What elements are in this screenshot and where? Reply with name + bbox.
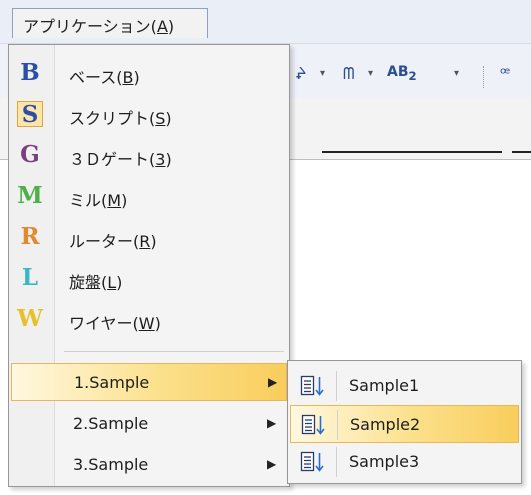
menu-item-text: ルーター(	[69, 232, 140, 251]
menu-item-accel: M	[107, 191, 122, 210]
submenu-arrow-icon: ▶	[267, 457, 277, 471]
submenu-item-label: Sample1	[349, 376, 420, 395]
toolbar-table-icon[interactable]: ᗰ	[343, 64, 355, 84]
submenu-divider	[336, 371, 337, 401]
menu-item-text: スクリプト(	[69, 109, 156, 128]
submenu-item-1[interactable]: Sample1	[290, 367, 519, 405]
submenu-item-2[interactable]: Sample2	[290, 405, 519, 443]
menu-item-text: 旋盤(	[69, 273, 108, 292]
submenu-parent-3[interactable]: 3.Sample ▶	[11, 446, 287, 484]
menu-item-close: )	[165, 150, 172, 169]
menu-item-label: ３Ｄゲート(3)	[69, 146, 172, 170]
menu-item-accel: R	[139, 232, 151, 251]
toolbar-draw-icon[interactable]: ꟹ	[500, 64, 510, 83]
sample-submenu: Sample1 Sample2 Sample3	[287, 360, 522, 484]
application-dropdown-menu: B ベース(B) S スクリプト(S) G ３Ｄゲート(3) M ミル(M) R ルーター(R) L…	[8, 44, 290, 487]
toolbar-text-style-label: AB	[387, 64, 409, 80]
menu-item-s[interactable]: S スクリプト(S)	[11, 96, 287, 132]
sort-list-icon	[301, 414, 327, 436]
menu-application-label: アプリケーション(	[23, 17, 157, 36]
app-3-icon: G	[20, 141, 40, 168]
submenu-item-label: Sample2	[350, 415, 421, 434]
menu-item-label: ワイヤー(W)	[69, 310, 161, 334]
app-l-icon: L	[21, 264, 39, 291]
toolbar-format-icon[interactable]: ᖨ	[296, 64, 306, 83]
menu-application[interactable]: アプリケーション(A)	[12, 8, 208, 38]
submenu-item-label: Sample3	[349, 452, 420, 471]
menu-item-text: ミル(	[69, 191, 108, 210]
submenu-arrow-icon: ▶	[268, 375, 278, 389]
menu-item-m[interactable]: M ミル(M)	[11, 178, 287, 214]
menu-item-label: スクリプト(S)	[69, 105, 172, 129]
menu-item-accel: L	[107, 273, 117, 292]
submenu-parent-1[interactable]: 1.Sample ▶	[11, 363, 287, 401]
menu-item-accel: W	[138, 314, 155, 333]
ruler-line	[322, 151, 502, 153]
menu-item-close: )	[121, 191, 128, 210]
menu-item-close: )	[116, 273, 123, 292]
sort-list-icon	[300, 375, 326, 397]
menu-item-label: ルーター(R)	[69, 228, 157, 252]
menu-separator	[64, 351, 284, 352]
menu-application-close: )	[167, 17, 175, 36]
sort-list-icon	[300, 451, 326, 473]
app-m-icon: M	[17, 182, 43, 209]
menu-item-label: 旋盤(L)	[69, 269, 122, 293]
submenu-divider	[337, 410, 338, 440]
app-r-icon: R	[20, 223, 40, 250]
menu-item-label: ベース(B)	[69, 64, 140, 88]
menu-item-label: ミル(M)	[69, 187, 127, 211]
menu-item-text: ベース(	[69, 68, 123, 87]
app-s-icon: S	[17, 101, 43, 128]
submenu-parent-2[interactable]: 2.Sample ▶	[11, 405, 287, 443]
app-w-icon: W	[17, 305, 43, 332]
toolbar-text-style-icon[interactable]: AB2	[387, 64, 417, 83]
menu-item-close: )	[133, 68, 140, 87]
menu-item-text: ワイヤー(	[69, 314, 139, 333]
submenu-parent-label: 2.Sample	[73, 414, 149, 433]
submenu-parent-label: 1.Sample	[74, 373, 150, 392]
toolbar-separator	[483, 66, 485, 88]
menu-item-accel: S	[155, 109, 166, 128]
menu-item-l[interactable]: L 旋盤(L)	[11, 260, 287, 296]
submenu-parent-label: 3.Sample	[73, 455, 149, 474]
submenu-arrow-icon: ▶	[267, 416, 277, 430]
toolbar-format-dropdown-icon[interactable]: ▾	[320, 68, 325, 79]
submenu-divider	[336, 447, 337, 477]
menu-bar: アプリケーション(A)	[0, 0, 531, 44]
menu-item-text: ３Ｄゲート(	[69, 150, 156, 169]
menu-item-close: )	[165, 109, 172, 128]
ruler-line-end	[512, 151, 531, 153]
toolbar-text-style-sub: 2	[408, 68, 417, 83]
toolbar-table-dropdown-icon[interactable]: ▾	[368, 68, 373, 79]
toolbar-text-style-dropdown-icon[interactable]: ▾	[454, 68, 459, 79]
menu-application-accel: A	[156, 17, 168, 36]
menu-item-close: )	[150, 232, 157, 251]
menu-item-accel: 3	[155, 150, 166, 169]
menu-item-w[interactable]: W ワイヤー(W)	[11, 301, 287, 337]
menu-item-3[interactable]: G ３Ｄゲート(3)	[11, 137, 287, 173]
menu-item-r[interactable]: R ルーター(R)	[11, 219, 287, 255]
menu-item-b[interactable]: B ベース(B)	[11, 55, 287, 91]
submenu-item-3[interactable]: Sample3	[290, 443, 519, 481]
menu-item-accel: B	[122, 68, 134, 87]
menu-item-close: )	[154, 314, 161, 333]
app-b-icon: B	[20, 59, 40, 86]
